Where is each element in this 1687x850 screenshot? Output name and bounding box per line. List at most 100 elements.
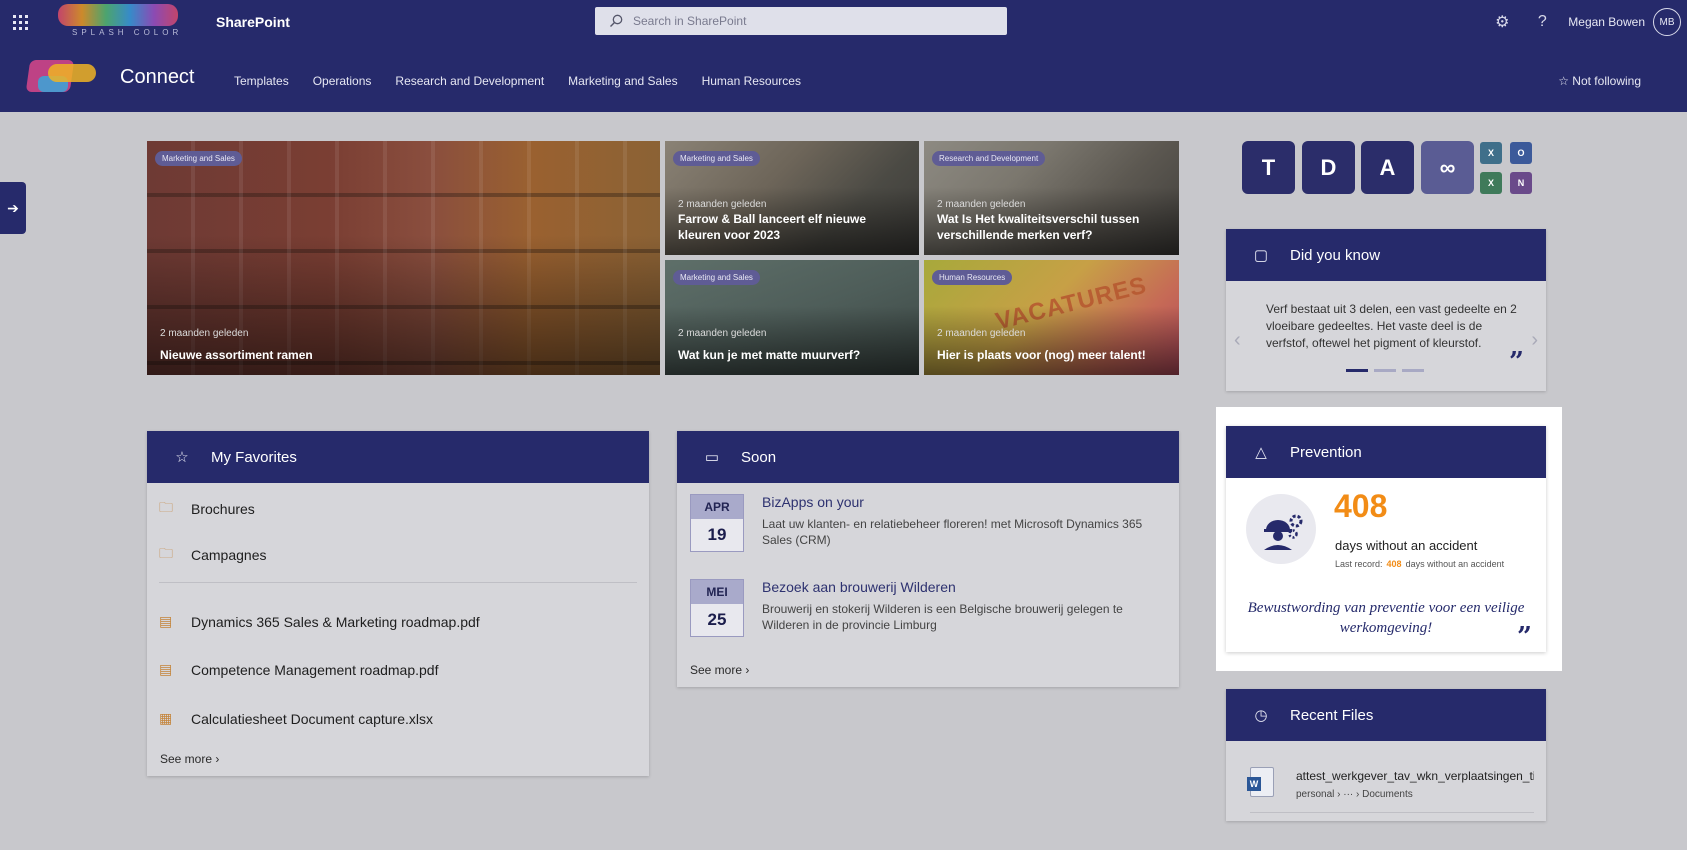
recent-file-name[interactable]: attest_werkgever_tav_wkn_verplaatsingen_… (1296, 769, 1534, 783)
creative-cloud-icon: ∞ (1439, 154, 1456, 180)
event-title[interactable]: Bezoek aan brouwerij Wilderen (762, 579, 956, 595)
previous-arrow-icon[interactable]: ‹ (1234, 329, 1241, 352)
next-arrow-icon[interactable]: › (1531, 329, 1538, 352)
carousel-dot[interactable] (1346, 369, 1368, 372)
outlook-link[interactable]: O (1510, 142, 1532, 164)
prevention-highlight: △ Prevention 408 days without an accident… (1216, 407, 1562, 671)
path-ellipsis[interactable]: ··· (1343, 789, 1353, 800)
soon-see-more[interactable]: See more › (690, 663, 749, 677)
chevron-right-icon: › (215, 752, 220, 766)
pdf-file-icon: ▤ (159, 661, 173, 677)
recent-files-card: ◷ Recent Files W attest_werkgever_tav_wkn… (1226, 689, 1546, 821)
follow-label: Not following (1572, 74, 1641, 88)
search-input[interactable]: Search in SharePoint (595, 7, 1007, 35)
worker-icon (1246, 494, 1316, 564)
carousel-dot[interactable] (1374, 369, 1396, 372)
last-record: Last record: 408 days without an accident (1335, 559, 1504, 569)
app-name[interactable]: SharePoint (216, 14, 290, 30)
site-header: Connect Templates Operations Research an… (0, 44, 1687, 112)
event-title[interactable]: BizApps on your (762, 494, 864, 510)
cone-icon: △ (1255, 444, 1267, 461)
hero-date: 2 maanden geleden (160, 328, 249, 339)
chevron-right-icon: › (745, 663, 750, 677)
excel-link-2[interactable]: X (1480, 172, 1502, 194)
nav-item-research[interactable]: Research and Development (395, 74, 544, 88)
see-more-label: See more (690, 663, 743, 677)
brand-logo[interactable]: SPLASH COLOR (58, 4, 183, 38)
hero-title: Wat Is Het kwaliteitsverschil tussen ver… (937, 212, 1140, 242)
nav-item-hr[interactable]: Human Resources (702, 74, 801, 88)
favorites-title: My Favorites (211, 448, 297, 466)
site-title[interactable]: Connect (120, 66, 195, 89)
hero-title: Nieuwe assortiment ramen (160, 348, 313, 362)
excel-file-icon: ▦ (159, 710, 173, 726)
favorite-label: Dynamics 365 Sales & Marketing roadmap.p… (191, 613, 480, 630)
favorite-label: Brochures (191, 501, 255, 517)
creative-cloud-link[interactable]: ∞ (1421, 141, 1474, 194)
folder-icon: 🗀 (159, 499, 173, 515)
nav-item-marketing[interactable]: Marketing and Sales (568, 74, 677, 88)
acrobat-link[interactable]: A (1361, 141, 1414, 194)
search-placeholder: Search in SharePoint (633, 14, 747, 28)
pdf-file-icon: ▤ (159, 613, 173, 629)
nav-item-operations[interactable]: Operations (313, 74, 372, 88)
hero-tag: Human Resources (932, 270, 1013, 285)
hero-date: 2 maanden geleden (678, 328, 767, 339)
path-segment[interactable]: Documents (1362, 789, 1413, 800)
hero-tile[interactable]: Marketing and Sales 2 maanden geleden Ni… (147, 141, 660, 375)
recent-file-item[interactable]: W attest_werkgever_tav_wkn_verplaatsinge… (1247, 767, 1534, 813)
path-segment[interactable]: personal (1296, 789, 1334, 800)
arrow-right-icon: ➔ (7, 199, 19, 216)
days-counter: 408 (1334, 488, 1388, 524)
record-label: Last record: (1335, 559, 1383, 569)
site-logo[interactable] (25, 56, 100, 96)
excel-icon: X (1487, 178, 1494, 188)
search-icon (610, 14, 623, 27)
teams-link[interactable]: T (1242, 141, 1295, 194)
favorite-file[interactable]: ▦ Calculatiesheet Document capture.xlsx (159, 710, 433, 727)
hero-tile[interactable]: Research and Development 2 maanden geled… (924, 141, 1179, 255)
excel-link[interactable]: X (1480, 142, 1502, 164)
onenote-link[interactable]: N (1510, 172, 1532, 194)
waffle-icon[interactable] (0, 2, 40, 42)
record-value: 408 (1386, 559, 1402, 569)
avatar[interactable]: MB (1653, 8, 1681, 36)
hero-tile[interactable]: VACATURES Human Resources 2 maanden gele… (924, 260, 1179, 375)
hero-tile[interactable]: Marketing and Sales 2 maanden geleden Wa… (665, 260, 919, 375)
outlook-icon: O (1517, 148, 1525, 158)
recent-files-title: Recent Files (1290, 706, 1374, 724)
favorite-label: Competence Management roadmap.pdf (191, 661, 439, 678)
hero-title: Farrow & Ball lanceert elf nieuwe kleure… (678, 212, 867, 242)
hero-date: 2 maanden geleden (678, 199, 767, 210)
favorite-label: Calculatiesheet Document capture.xlsx (191, 710, 434, 727)
nav-item-templates[interactable]: Templates (234, 74, 289, 88)
event-day: 19 (707, 525, 727, 544)
hero-tag: Marketing and Sales (673, 270, 760, 285)
gear-icon[interactable]: ⚙ (1482, 0, 1522, 44)
favorites-see-more[interactable]: See more › (160, 752, 219, 766)
hero-tile[interactable]: Marketing and Sales 2 maanden geleden Fa… (665, 141, 919, 255)
event-item[interactable]: APR 19 BizApps on your Laat uw klanten- … (690, 494, 1159, 564)
dynamics-link[interactable]: D (1302, 141, 1355, 194)
acrobat-icon: A (1379, 154, 1396, 180)
favorite-file[interactable]: ▤ Competence Management roadmap.pdf (159, 661, 438, 678)
event-date: MEI 25 (690, 579, 744, 637)
user-name[interactable]: Megan Bowen (1568, 15, 1645, 29)
star-icon: ☆ (175, 449, 189, 466)
help-icon[interactable]: ? (1522, 0, 1562, 44)
soon-title: Soon (741, 448, 777, 466)
see-more-label: See more (160, 752, 213, 766)
hero-tag: Marketing and Sales (155, 151, 242, 166)
event-item[interactable]: MEI 25 Bezoek aan brouwerij Wilderen Bro… (690, 579, 1159, 649)
favorite-folder[interactable]: 🗀 Brochures (159, 497, 255, 521)
carousel-dot[interactable] (1402, 369, 1424, 372)
follow-button[interactable]: ☆ Not following (1558, 74, 1641, 88)
quote-icon: ” (1517, 622, 1532, 652)
favorite-folder[interactable]: 🗀 Campagnes (159, 543, 267, 567)
app-bar-toggle[interactable]: ➔ (0, 182, 26, 234)
divider (159, 582, 637, 583)
favorite-file[interactable]: ▤ Dynamics 365 Sales & Marketing roadmap.… (159, 613, 480, 630)
star-icon: ☆ (1558, 74, 1569, 88)
event-description: Laat uw klanten- en relatiebeheer florer… (762, 517, 1143, 547)
prevention-quote: Bewustwording van preventie voor een vei… (1247, 600, 1525, 636)
